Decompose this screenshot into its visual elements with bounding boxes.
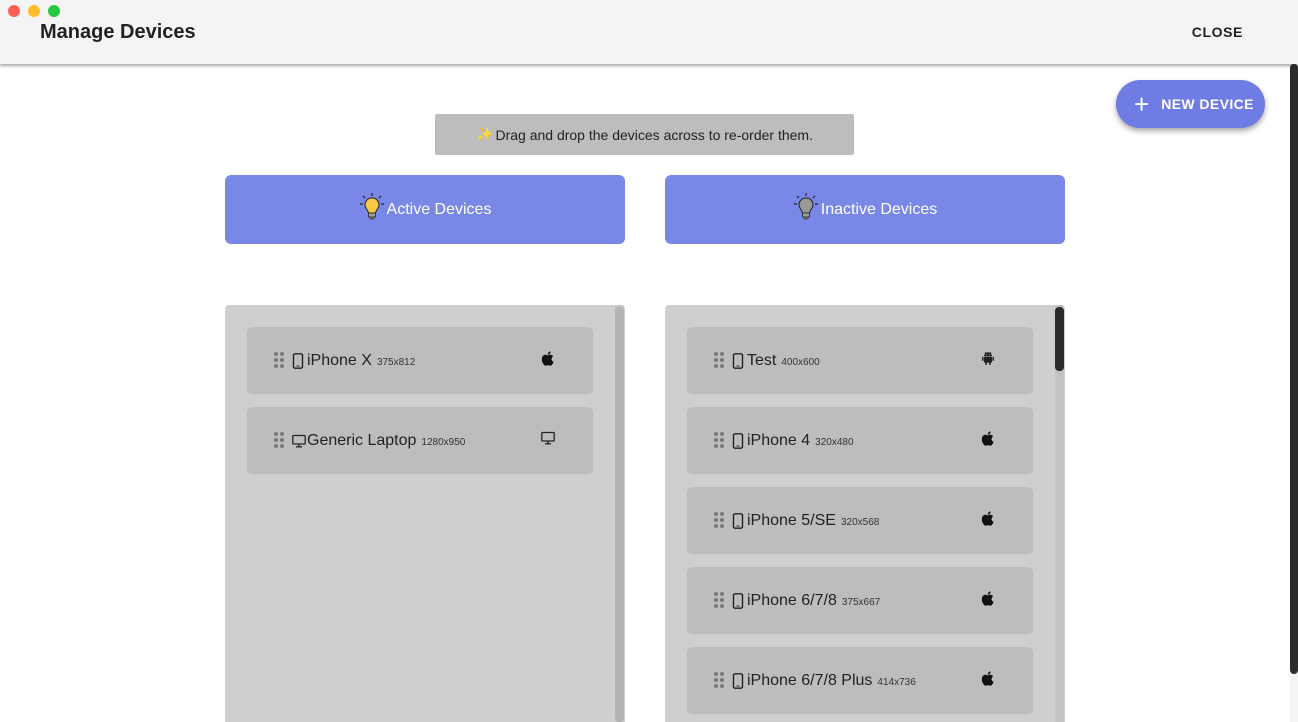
close-button[interactable]: CLOSE	[1192, 24, 1243, 40]
device-name: Generic Laptop 1280x950	[307, 432, 465, 450]
window-scrollbar-thumb[interactable]	[1290, 64, 1298, 674]
active-devices-title: Active Devices	[386, 200, 492, 218]
drag-handle-icon[interactable]	[714, 592, 724, 608]
inactive-devices-header: Inactive Devices	[665, 175, 1065, 244]
device-name-text: Generic Laptop	[307, 432, 417, 449]
lightbulb-off-icon	[793, 192, 819, 227]
drag-hint-banner: ✨ Drag and drop the devices across to re…	[435, 114, 854, 155]
drag-handle-icon[interactable]	[714, 512, 724, 528]
mobile-icon	[732, 593, 746, 609]
inactive-device-card[interactable]: iPhone 5/SE 320x568	[687, 487, 1033, 554]
android-icon	[981, 351, 997, 367]
device-name: Test 400x600	[747, 352, 820, 370]
inactive-list-scrollbar-thumb[interactable]	[1055, 307, 1064, 371]
inactive-device-card[interactable]: iPhone 6/7/8 Plus 414x736	[687, 647, 1033, 714]
active-device-card[interactable]: iPhone X 375x812	[247, 327, 593, 394]
active-device-card[interactable]: Generic Laptop 1280x950	[247, 407, 593, 474]
apple-icon	[981, 591, 997, 607]
device-name-text: iPhone 4	[747, 432, 811, 449]
drag-hint-text: Drag and drop the devices across to re-o…	[495, 126, 813, 143]
mobile-icon	[732, 433, 746, 449]
page-title: Manage Devices	[40, 21, 196, 43]
device-name: iPhone X 375x812	[307, 352, 415, 370]
apple-icon	[981, 511, 997, 527]
inactive-device-card[interactable]: iPhone 6/7/8 375x667	[687, 567, 1033, 634]
device-resolution: 400x600	[781, 357, 820, 368]
lightbulb-on-icon	[359, 192, 385, 227]
plus-icon: +	[1134, 89, 1150, 119]
mobile-icon	[732, 353, 746, 369]
device-name-text: Test	[747, 352, 777, 369]
inactive-list-scrollbar[interactable]	[1055, 305, 1064, 722]
drag-handle-icon[interactable]	[714, 352, 724, 368]
inactive-device-card[interactable]: Test 400x600	[687, 327, 1033, 394]
sparkle-icon: ✨	[476, 126, 494, 142]
device-name: iPhone 5/SE 320x568	[747, 512, 879, 530]
title-bar: Manage Devices CLOSE	[0, 0, 1298, 64]
device-name-text: iPhone 5/SE	[747, 512, 836, 529]
inactive-device-card[interactable]: iPhone 4 320x480	[687, 407, 1033, 474]
apple-icon	[981, 431, 997, 447]
new-device-button[interactable]: + NEW DEVICE	[1116, 80, 1265, 128]
drag-handle-icon[interactable]	[714, 432, 724, 448]
active-list-scrollbar[interactable]	[615, 305, 624, 722]
drag-handle-icon[interactable]	[714, 672, 724, 688]
device-resolution: 375x667	[841, 597, 881, 608]
desktop-icon	[292, 434, 306, 450]
active-list-scrollbar-thumb[interactable]	[615, 307, 624, 722]
desktop-icon	[541, 431, 557, 447]
apple-icon	[981, 671, 997, 687]
device-resolution: 1280x950	[421, 437, 466, 448]
device-name: iPhone 6/7/8 Plus 414x736	[747, 672, 916, 690]
device-name: iPhone 6/7/8 375x667	[747, 592, 880, 610]
drag-handle-icon[interactable]	[274, 432, 284, 448]
active-devices-header: Active Devices	[225, 175, 625, 244]
drag-handle-icon[interactable]	[274, 352, 284, 368]
inactive-devices-title: Inactive Devices	[820, 200, 938, 218]
device-resolution: 375x812	[376, 357, 416, 368]
device-name-text: iPhone 6/7/8 Plus	[747, 672, 873, 689]
active-devices-list: iPhone X 375x812 Generic Laptop 1280x950	[225, 305, 625, 722]
window-close-dot[interactable]	[8, 5, 20, 17]
mobile-icon	[732, 673, 746, 689]
mobile-icon	[292, 353, 306, 369]
window-maximize-dot[interactable]	[48, 5, 60, 17]
device-name-text: iPhone 6/7/8	[747, 592, 837, 609]
device-name: iPhone 4 320x480	[747, 432, 854, 450]
device-resolution: 320x568	[840, 517, 880, 528]
device-resolution: 414x736	[877, 677, 916, 688]
manage-devices-window: Manage Devices CLOSE + NEW DEVICE ✨ Drag…	[0, 0, 1298, 722]
apple-icon	[541, 351, 557, 367]
mobile-icon	[732, 513, 746, 529]
inactive-devices-list: Test 400x600 iPhone 4 320x480 iPhone 5/SE 320…	[665, 305, 1065, 722]
window-scrollbar[interactable]	[1290, 64, 1298, 722]
device-name-text: iPhone X	[307, 352, 372, 369]
device-resolution: 320x480	[815, 437, 854, 448]
new-device-label: NEW DEVICE	[1161, 96, 1254, 112]
window-minimize-dot[interactable]	[28, 5, 40, 17]
